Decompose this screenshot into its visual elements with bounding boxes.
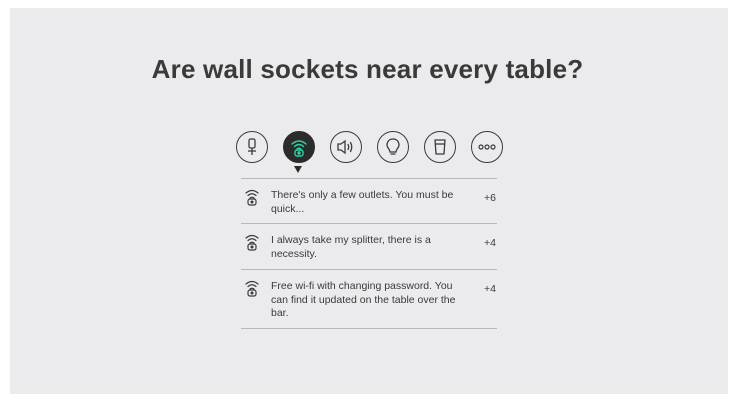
page-title: Are wall sockets near every table? <box>151 54 584 84</box>
more-category-button[interactable] <box>471 131 503 163</box>
comment-text: There's only a few outlets. You must be … <box>271 189 454 215</box>
comment-item[interactable]: There's only a few outlets. You must be … <box>241 178 497 223</box>
sound-category-button[interactable] <box>330 131 362 163</box>
comment-score: +6 <box>484 192 496 204</box>
comment-item[interactable]: I always take my splitter, there is a ne… <box>241 223 497 269</box>
microphone-stand-icon <box>248 138 256 155</box>
selected-category-pointer <box>294 166 302 173</box>
lightbulb-icon <box>386 138 400 155</box>
wifi-router-icon <box>245 280 259 297</box>
more-dots-icon <box>478 144 496 150</box>
wifi-router-icon <box>245 189 259 206</box>
comment-item[interactable]: Free wi-fi with changing password. You c… <box>241 269 497 329</box>
wifi-router-icon <box>291 140 307 157</box>
comment-score: +4 <box>484 237 496 249</box>
wifi-router-icon <box>245 234 259 251</box>
microphone-category-button[interactable] <box>236 131 268 163</box>
comment-text: Free wi-fi with changing password. You c… <box>271 280 456 319</box>
wifi-category-button[interactable] <box>283 131 315 163</box>
drinks-category-button[interactable] <box>424 131 456 163</box>
lighting-category-button[interactable] <box>377 131 409 163</box>
comment-list: There's only a few outlets. You must be … <box>241 178 497 329</box>
comment-text: I always take my splitter, there is a ne… <box>271 234 431 260</box>
comment-score: +4 <box>484 283 496 295</box>
category-toolbar <box>236 131 504 167</box>
cup-icon <box>434 139 446 155</box>
speaker-icon <box>337 139 353 155</box>
